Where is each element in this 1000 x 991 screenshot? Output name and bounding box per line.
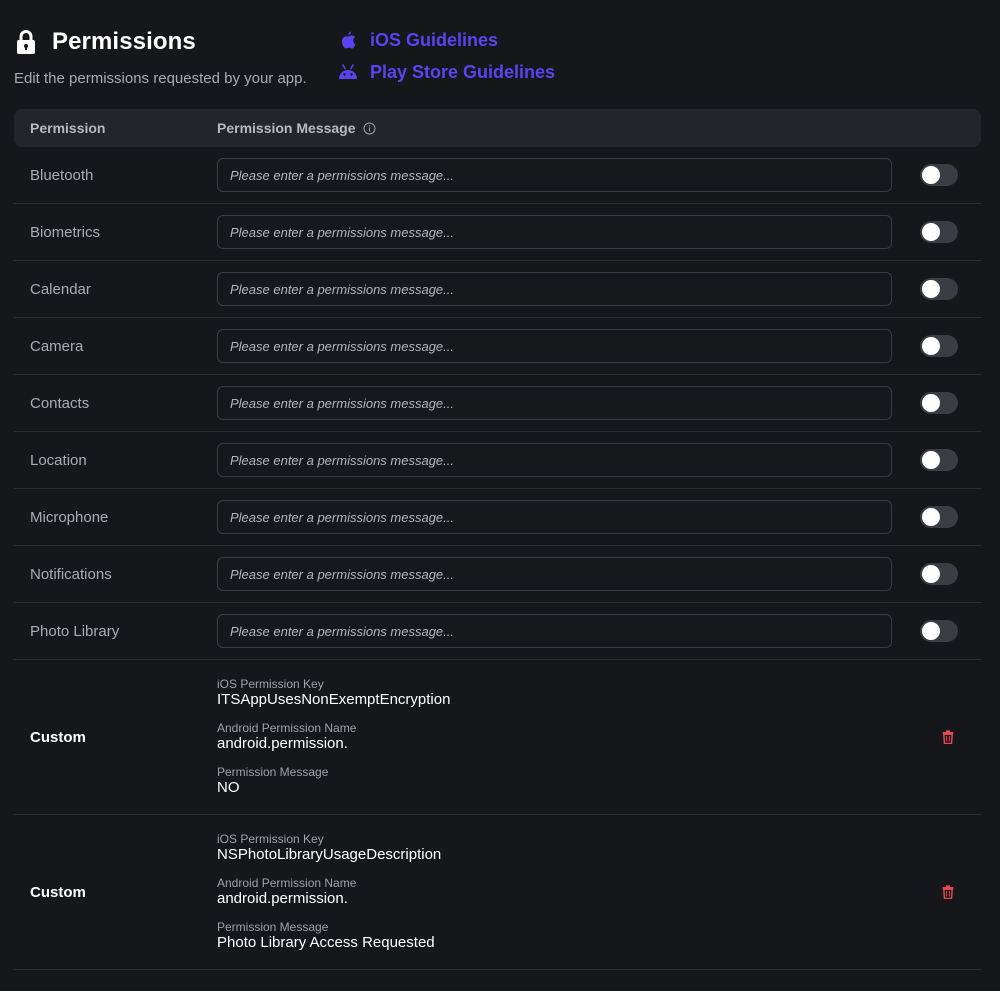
permission-label: Microphone — [30, 508, 109, 526]
column-header-message: Permission Message — [217, 120, 376, 136]
permission-label: Photo Library — [30, 622, 120, 640]
ios-guidelines-link[interactable]: iOS Guidelines — [338, 28, 555, 52]
custom-label: Custom — [30, 728, 86, 746]
message-value: Photo Library Access Requested — [217, 934, 435, 951]
permission-message-input[interactable] — [217, 614, 892, 648]
trash-icon[interactable] — [940, 883, 956, 901]
play-store-guidelines-link[interactable]: Play Store Guidelines — [338, 60, 555, 84]
custom-permission-rows: Custom iOS Permission Key ITSAppUsesNonE… — [14, 660, 981, 970]
permission-message-input[interactable] — [217, 500, 892, 534]
permission-message-input[interactable] — [217, 386, 892, 420]
android-name-value: android.permission. — [217, 735, 348, 752]
message-label: Permission Message — [217, 765, 329, 779]
android-name-label: Android Permission Name — [217, 721, 357, 735]
android-name-label: Android Permission Name — [217, 876, 357, 890]
permission-toggle[interactable] — [920, 221, 958, 243]
ios-key-value: NSPhotoLibraryUsageDescription — [217, 846, 442, 863]
lock-icon — [16, 28, 38, 56]
column-header-permission: Permission — [30, 120, 106, 136]
permission-row: Microphone — [14, 489, 981, 546]
permission-row: Photo Library — [14, 603, 981, 660]
custom-fields: iOS Permission Key NSPhotoLibraryUsageDe… — [217, 832, 441, 952]
permission-row: Camera — [14, 318, 981, 375]
column-header-message-label: Permission Message — [217, 120, 356, 136]
toggle-knob — [922, 280, 940, 298]
toggle-knob — [922, 451, 940, 469]
android-icon — [338, 62, 358, 82]
permission-message-input[interactable] — [217, 443, 892, 477]
permission-toggle[interactable] — [920, 278, 958, 300]
page-title: Permissions — [52, 28, 196, 55]
guidelines-links: iOS Guidelines Play Store Guidelines — [338, 28, 555, 92]
info-icon[interactable] — [363, 122, 376, 135]
permission-row: Notifications — [14, 546, 981, 603]
ios-key-value: ITSAppUsesNonExemptEncryption — [217, 691, 451, 708]
permission-toggle[interactable] — [920, 620, 958, 642]
permission-row: Biometrics — [14, 204, 981, 261]
title-row: Permissions — [16, 28, 196, 56]
permission-toggle[interactable] — [920, 164, 958, 186]
standard-permission-rows: Bluetooth Biometrics Calendar Camera Con… — [14, 147, 981, 660]
permission-message-input[interactable] — [217, 158, 892, 192]
permission-toggle[interactable] — [920, 335, 958, 357]
permission-label: Bluetooth — [30, 166, 94, 184]
message-value: NO — [217, 779, 240, 796]
permission-label: Camera — [30, 337, 84, 355]
toggle-knob — [922, 166, 940, 184]
permission-toggle[interactable] — [920, 506, 958, 528]
permission-toggle[interactable] — [920, 449, 958, 471]
custom-fields: iOS Permission Key ITSAppUsesNonExemptEn… — [217, 677, 450, 797]
permission-message-input[interactable] — [217, 329, 892, 363]
permission-row: Location — [14, 432, 981, 489]
table-header: Permission Permission Message — [14, 109, 981, 147]
ios-key-label: iOS Permission Key — [217, 677, 324, 691]
page-subtitle: Edit the permissions requested by your a… — [14, 70, 307, 87]
custom-permission-row: Custom iOS Permission Key NSPhotoLibrary… — [14, 815, 981, 970]
permissions-table: Permission Permission Message Bluetooth … — [14, 109, 981, 970]
android-name-value: android.permission. — [217, 890, 348, 907]
permission-toggle[interactable] — [920, 563, 958, 585]
header: Permissions Edit the permissions request… — [14, 28, 986, 98]
permission-message-input[interactable] — [217, 557, 892, 591]
permission-label: Calendar — [30, 280, 91, 298]
ios-guidelines-label: iOS Guidelines — [370, 29, 499, 50]
permission-message-input[interactable] — [217, 272, 892, 306]
toggle-knob — [922, 565, 940, 583]
toggle-knob — [922, 223, 940, 241]
permission-label: Notifications — [30, 565, 112, 583]
permission-label: Biometrics — [30, 223, 101, 241]
play-store-guidelines-label: Play Store Guidelines — [370, 61, 556, 82]
toggle-knob — [922, 337, 940, 355]
message-label: Permission Message — [217, 920, 329, 934]
permission-toggle[interactable] — [920, 392, 958, 414]
toggle-knob — [922, 622, 940, 640]
permission-label: Location — [30, 451, 87, 469]
toggle-knob — [922, 394, 940, 412]
permission-row: Calendar — [14, 261, 981, 318]
permissions-page: Permissions Edit the permissions request… — [0, 0, 1000, 991]
custom-label: Custom — [30, 883, 86, 901]
custom-permission-row: Custom iOS Permission Key ITSAppUsesNonE… — [14, 660, 981, 815]
permission-message-input[interactable] — [217, 215, 892, 249]
trash-icon[interactable] — [940, 728, 956, 746]
ios-key-label: iOS Permission Key — [217, 832, 324, 846]
permission-label: Contacts — [30, 394, 90, 412]
permission-row: Contacts — [14, 375, 981, 432]
toggle-knob — [922, 508, 940, 526]
permission-row: Bluetooth — [14, 147, 981, 204]
apple-icon — [338, 30, 358, 50]
